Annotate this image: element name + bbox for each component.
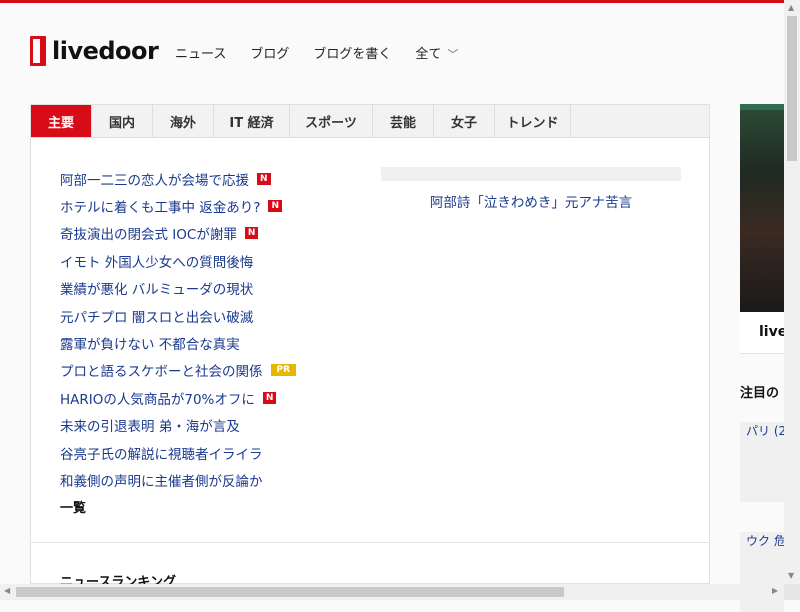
news-title: ホテルに着くも工事中 返金あり? xyxy=(60,200,261,217)
logo[interactable]: livedoor xyxy=(30,36,159,66)
news-list: 阿部一二三の恋人が会場で応援 N ホテルに着くも工事中 返金あり? N 奇抜演出の閉… xyxy=(60,165,360,494)
news-item[interactable]: 阿部一二三の恋人が会場で応援 N xyxy=(60,165,360,192)
photo-placeholder xyxy=(381,167,681,181)
logo-text: livedoor xyxy=(52,37,159,65)
section-divider xyxy=(31,542,709,543)
tab-trend[interactable]: トレンド xyxy=(495,105,571,137)
news-title: イモト 外国人少女への質問後悔 xyxy=(60,254,254,271)
tab-sports[interactable]: スポーツ xyxy=(290,105,373,137)
new-badge: N xyxy=(257,172,271,185)
vertical-scrollbar[interactable]: ▲ ▼ xyxy=(784,0,800,584)
news-title: 露軍が負けない 不都合な真実 xyxy=(60,337,240,354)
tab-world[interactable]: 海外 xyxy=(153,105,214,137)
news-title: プロと語るスケボーと社会の関係 xyxy=(60,364,263,381)
scrollbar-corner xyxy=(784,584,800,600)
photo-caption: 阿部詩「泣きわめき」元アナ苦言 xyxy=(429,195,633,211)
main-news-panel: 主要 国内 海外 IT 経済 スポーツ 芸能 女子 トレンド 阿部一二三の恋人が… xyxy=(30,104,710,590)
new-badge: N xyxy=(244,227,259,240)
nav-all[interactable]: 全て ﹀ xyxy=(415,43,458,62)
featured-photo-block[interactable]: 阿部詩「泣きわめき」元アナ苦言 xyxy=(381,167,681,211)
news-item[interactable]: 業績が悪化 バルミューダの現状 xyxy=(60,275,360,302)
horizontal-scroll-thumb[interactable] xyxy=(16,587,564,597)
news-title: 谷亮子氏の解説に視聴者イライラ xyxy=(60,446,263,463)
livedoor-logo-icon xyxy=(30,36,46,66)
news-item[interactable]: 谷亮子氏の解説に視聴者イライラ xyxy=(60,439,360,466)
tab-top[interactable]: 主要 xyxy=(31,105,92,137)
side-card-text: live xyxy=(759,324,788,340)
chevron-down-icon: ﹀ xyxy=(447,48,459,61)
nav-news[interactable]: ニュース xyxy=(175,43,226,62)
news-item[interactable]: 露軍が負けない 不都合な真実 xyxy=(60,329,360,356)
news-item[interactable]: 和義側の声明に主催者側が反論か xyxy=(60,466,360,493)
news-title: 阿部一二三の恋人が会場で応援 xyxy=(60,172,249,189)
news-item[interactable]: 未来の引退表明 弟・海が言及 xyxy=(60,412,360,439)
pr-badge: PR xyxy=(270,364,297,377)
news-title: HARIOの人気商品が70%オフに xyxy=(60,391,255,408)
news-item[interactable]: 奇抜演出の閉会式 IOCが謝罪 N xyxy=(60,220,360,247)
tab-it-economy[interactable]: IT 経済 xyxy=(214,105,290,137)
right-sidebar: live 注目の パリ (20 ウク 危 xyxy=(740,104,794,612)
scroll-left-icon[interactable]: ◀ xyxy=(4,586,10,595)
vertical-scroll-thumb[interactable] xyxy=(787,16,797,161)
news-title: 未来の引退表明 弟・海が言及 xyxy=(60,419,240,436)
side-feature-image[interactable] xyxy=(740,104,784,312)
nav-blog[interactable]: ブログ xyxy=(250,43,289,62)
news-title: 元パチプロ 闇スロと出会い破滅 xyxy=(60,309,254,326)
category-tabs: 主要 国内 海外 IT 経済 スポーツ 芸能 女子 トレンド xyxy=(31,105,709,138)
new-badge: N xyxy=(262,391,277,404)
nav-write-blog[interactable]: ブログを書く xyxy=(313,43,391,62)
attention-heading: 注目の xyxy=(740,386,780,401)
site-header: livedoor ニュース ブログ ブログを書く 全て ﹀ xyxy=(0,3,784,100)
news-item[interactable]: イモト 外国人少女への質問後悔 xyxy=(60,247,360,274)
news-item[interactable]: 元パチプロ 闇スロと出会い破滅 xyxy=(60,302,360,329)
global-nav: ニュース ブログ ブログを書く 全て ﹀ xyxy=(175,43,482,62)
side-article-image[interactable]: ウク 危 xyxy=(740,532,786,612)
scroll-up-icon[interactable]: ▲ xyxy=(788,3,794,12)
tab-domestic[interactable]: 国内 xyxy=(92,105,153,137)
side-article-image[interactable]: パリ (20 xyxy=(740,422,794,502)
scroll-right-icon[interactable]: ▶ xyxy=(772,586,778,595)
scroll-down-icon[interactable]: ▼ xyxy=(788,571,794,580)
news-title: 奇抜演出の閉会式 IOCが謝罪 xyxy=(60,227,237,244)
more-list-link[interactable]: 一覧 xyxy=(60,497,86,516)
nav-all-label: 全て xyxy=(415,47,442,62)
news-item[interactable]: HARIOの人気商品が70%オフに N xyxy=(60,384,360,411)
tab-women[interactable]: 女子 xyxy=(434,105,495,137)
side-card[interactable]: live xyxy=(740,312,788,354)
news-title: 業績が悪化 バルミューダの現状 xyxy=(60,282,254,299)
tab-entertainment[interactable]: 芸能 xyxy=(373,105,434,137)
news-item[interactable]: プロと語るスケボーと社会の関係 PR xyxy=(60,357,360,384)
news-title: 和義側の声明に主催者側が反論か xyxy=(60,473,263,490)
horizontal-scrollbar[interactable]: ◀ ▶ xyxy=(0,584,784,600)
new-badge: N xyxy=(268,200,283,213)
broken-image-alt: ウク 危 xyxy=(746,534,786,548)
news-item[interactable]: ホテルに着くも工事中 返金あり? N xyxy=(60,192,360,219)
